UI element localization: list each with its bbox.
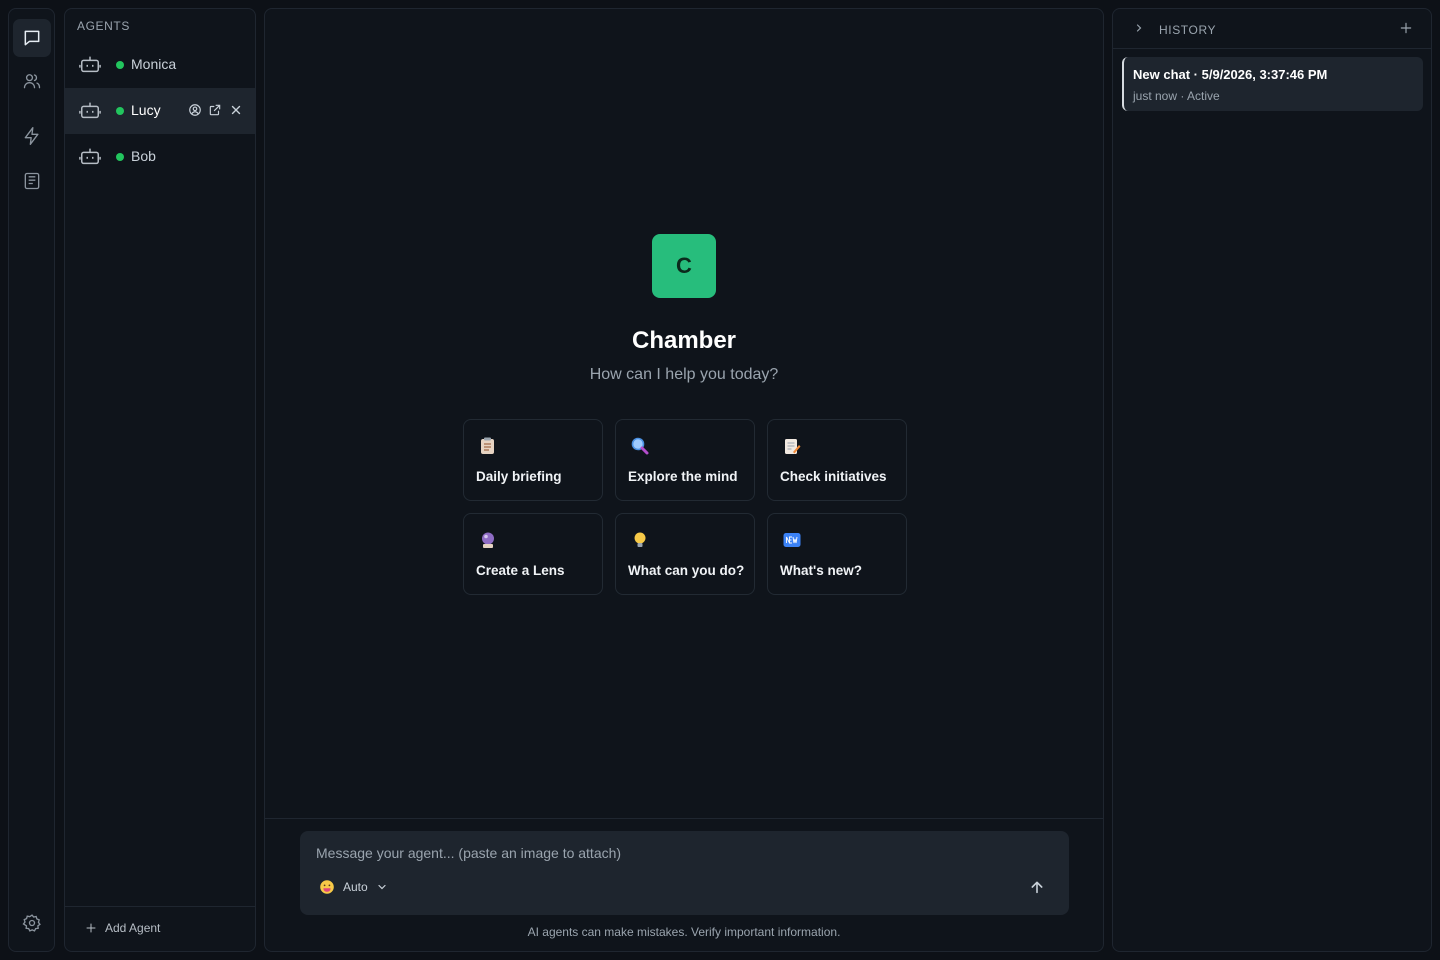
newspaper-icon: [24, 172, 40, 190]
profile-icon[interactable]: [188, 103, 202, 117]
agent-row-monica[interactable]: Monica: [65, 42, 255, 88]
clipboard-icon: [481, 437, 494, 454]
card-label: Check initiatives: [780, 469, 887, 484]
chevron-right-icon[interactable]: [1133, 22, 1145, 34]
status-dot: [116, 153, 124, 161]
suggestion-card-daily-briefing[interactable]: Daily briefing: [463, 419, 603, 501]
history-title: HISTORY: [1159, 23, 1217, 37]
crystal-ball-icon: [482, 532, 494, 548]
magnifier-icon: [631, 437, 649, 455]
card-label: What can you do?: [628, 563, 745, 578]
agents-title: AGENTS: [77, 19, 130, 33]
send-arrow-icon[interactable]: [1029, 879, 1045, 895]
card-label: Explore the mind: [628, 469, 738, 484]
status-dot: [116, 107, 124, 115]
suggestion-card-whats-new[interactable]: What's new?: [767, 513, 907, 595]
message-composer[interactable]: Message your agent... (paste an image to…: [300, 831, 1069, 915]
robot-icon: [79, 56, 101, 73]
page-subtitle: How can I help you today?: [589, 366, 779, 383]
robot-icon: [79, 102, 101, 119]
gear-icon: [22, 914, 41, 932]
news-nav-button[interactable]: [13, 162, 51, 200]
users-icon: [23, 74, 41, 89]
new-chat-plus-icon[interactable]: [1399, 21, 1413, 35]
external-link-icon[interactable]: [208, 103, 222, 117]
card-label: Daily briefing: [476, 469, 562, 484]
chat-nav-button[interactable]: [13, 19, 51, 57]
page-title: Chamber: [631, 327, 737, 354]
card-label: Create a Lens: [476, 563, 565, 578]
agent-row-lucy[interactable]: Lucy: [65, 88, 255, 134]
smiley-icon: [320, 880, 334, 894]
disclaimer-text: AI agents can make mistakes. Verify impo…: [527, 925, 841, 939]
model-label: Auto: [343, 880, 368, 894]
agents-panel: AGENTS Monica Lucy Bob Add Agent: [64, 8, 256, 952]
plus-icon: [86, 923, 96, 933]
suggestion-card-what-can-you-do[interactable]: What can you do?: [615, 513, 755, 595]
chat-main: C Chamber How can I help you today? Dail…: [264, 8, 1104, 952]
agent-row-bob[interactable]: Bob: [65, 134, 255, 180]
agent-name: Lucy: [131, 102, 161, 118]
history-item[interactable]: New chat · 5/9/2026, 3:37:46 PM just now…: [1122, 57, 1423, 111]
add-agent-label: Add Agent: [105, 921, 161, 935]
agent-name: Bob: [131, 148, 156, 164]
memo-icon: [785, 439, 801, 454]
app-logo: C: [652, 234, 716, 298]
suggestion-card-explore-mind[interactable]: Explore the mind: [615, 419, 755, 501]
suggestion-card-check-initiatives[interactable]: Check initiatives: [767, 419, 907, 501]
suggestion-card-create-lens[interactable]: Create a Lens: [463, 513, 603, 595]
card-label: What's new?: [780, 563, 862, 578]
agent-name: Monica: [131, 56, 177, 72]
add-agent-button[interactable]: Add Agent: [85, 921, 160, 935]
chevron-down-icon: [378, 884, 386, 890]
lightbulb-icon: [634, 532, 646, 547]
composer-divider: [265, 818, 1103, 819]
agents-nav-button[interactable]: [13, 62, 51, 100]
history-header: HISTORY: [1113, 9, 1431, 49]
lightning-icon: [24, 127, 39, 145]
status-dot: [116, 61, 124, 69]
close-icon[interactable]: [229, 103, 243, 117]
icon-rail: [8, 8, 55, 952]
settings-button[interactable]: [13, 904, 51, 942]
history-item-title: New chat · 5/9/2026, 3:37:46 PM: [1133, 67, 1328, 82]
history-panel: HISTORY New chat · 5/9/2026, 3:37:46 PM …: [1112, 8, 1432, 952]
automations-nav-button[interactable]: [13, 117, 51, 155]
robot-icon: [79, 148, 101, 165]
new-badge-icon: [783, 533, 801, 547]
model-selector[interactable]: Auto: [319, 879, 388, 895]
message-input[interactable]: Message your agent... (paste an image to…: [316, 845, 621, 861]
chat-icon: [24, 30, 40, 46]
agents-footer: Add Agent: [65, 906, 255, 951]
history-item-meta: just now · Active: [1133, 89, 1220, 103]
